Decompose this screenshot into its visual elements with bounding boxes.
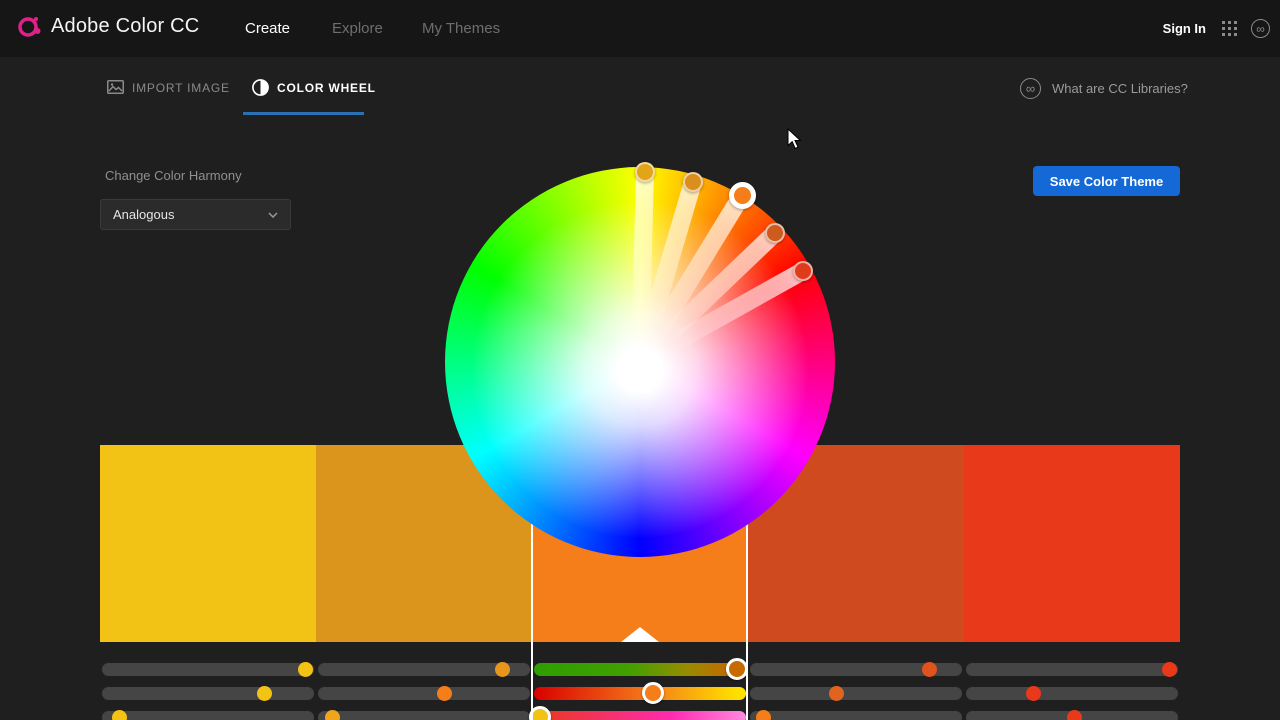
slider-handle[interactable]: [829, 686, 844, 701]
brand-home-link[interactable]: Adobe Color CC: [16, 13, 199, 39]
swatch-5[interactable]: [964, 445, 1180, 642]
slider-handle-active[interactable]: [726, 658, 748, 680]
slider-track[interactable]: [966, 663, 1178, 676]
slider-handle[interactable]: [1162, 662, 1177, 677]
brand-title: Adobe Color CC: [51, 15, 199, 38]
slider-handle[interactable]: [325, 710, 340, 720]
slider-handle-active[interactable]: [642, 682, 664, 704]
mouse-cursor: [787, 128, 802, 155]
nav-item-my-themes[interactable]: My Themes: [422, 20, 500, 37]
slider-handle[interactable]: [112, 710, 127, 720]
active-swatch-pointer: [621, 627, 659, 642]
import-image-icon: [107, 80, 124, 99]
slider-track[interactable]: [966, 687, 1178, 700]
slider-handle[interactable]: [437, 686, 452, 701]
slider-track-active-gradient[interactable]: [534, 687, 746, 700]
slider-track[interactable]: [318, 711, 530, 720]
chevron-down-icon: [268, 212, 278, 218]
adobe-color-app: Adobe Color CC Create Explore My Themes …: [0, 0, 1280, 720]
slider-handle[interactable]: [298, 662, 313, 677]
harmony-dropdown[interactable]: Analogous: [100, 199, 291, 230]
save-color-theme-button[interactable]: Save Color Theme: [1033, 166, 1180, 196]
app-grid-icon[interactable]: [1222, 21, 1237, 41]
swatch-1[interactable]: [100, 445, 316, 642]
color-wheel-icon: [252, 79, 269, 101]
cc-libraries-link[interactable]: What are CC Libraries?: [1052, 81, 1188, 96]
slider-track-active-gradient[interactable]: [534, 711, 746, 720]
slider-track[interactable]: [750, 687, 962, 700]
slider-handle[interactable]: [257, 686, 272, 701]
active-tab-underline: [243, 112, 364, 115]
cc-libraries-icon: [1020, 78, 1041, 99]
slider-track[interactable]: [318, 687, 530, 700]
nav-item-create[interactable]: Create: [245, 20, 290, 37]
harmony-selected-value: Analogous: [113, 207, 174, 222]
wheel-marker-1[interactable]: [635, 162, 655, 182]
slider-track[interactable]: [102, 687, 314, 700]
wheel-marker-5[interactable]: [793, 261, 813, 281]
slider-track-active-gradient[interactable]: [534, 663, 746, 676]
slider-track[interactable]: [102, 663, 314, 676]
top-navigation-bar: Adobe Color CC Create Explore My Themes …: [0, 0, 1280, 57]
harmony-section-label: Change Color Harmony: [105, 168, 242, 183]
nav-item-explore[interactable]: Explore: [332, 20, 383, 37]
slider-track[interactable]: [102, 711, 314, 720]
wheel-marker-2[interactable]: [683, 172, 703, 192]
adobe-color-logo-icon: [16, 13, 42, 39]
slider-track[interactable]: [750, 711, 962, 720]
tab-color-wheel[interactable]: COLOR WHEEL: [277, 81, 376, 95]
slider-handle[interactable]: [922, 662, 937, 677]
slider-handle[interactable]: [1026, 686, 1041, 701]
slider-handle[interactable]: [756, 710, 771, 720]
creative-cloud-icon[interactable]: [1251, 19, 1270, 38]
sign-in-link[interactable]: Sign In: [1163, 21, 1206, 36]
wheel-marker-3-active[interactable]: [729, 182, 756, 209]
tab-import-image[interactable]: IMPORT IMAGE: [132, 81, 230, 95]
slider-handle[interactable]: [495, 662, 510, 677]
slider-handle[interactable]: [1067, 710, 1082, 720]
wheel-marker-4[interactable]: [765, 223, 785, 243]
